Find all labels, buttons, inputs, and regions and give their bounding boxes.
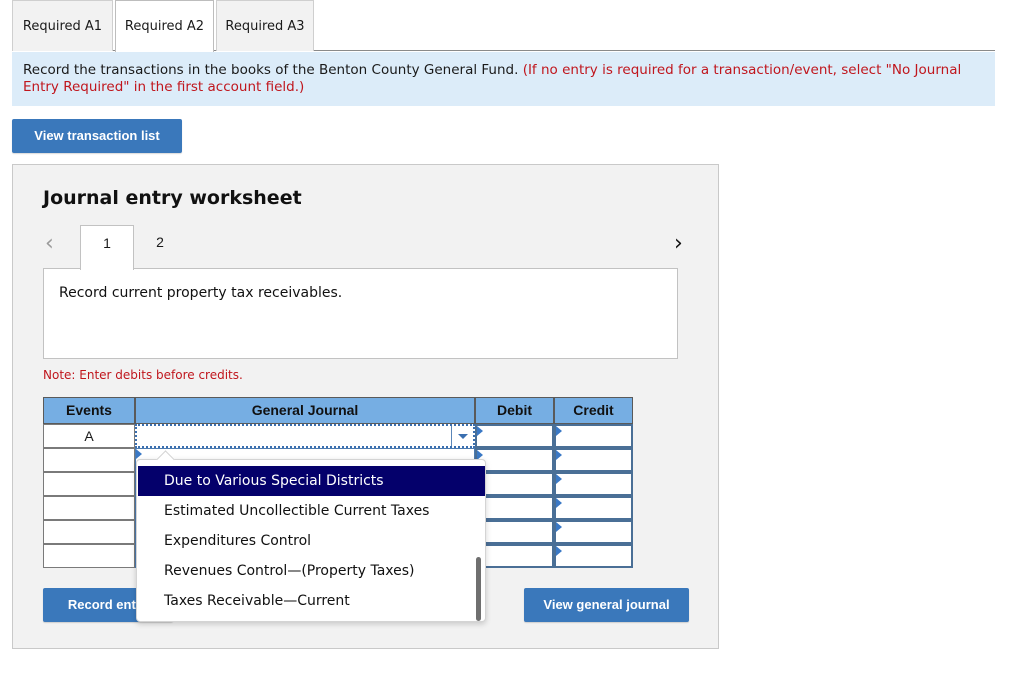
debit-input[interactable] <box>475 448 554 472</box>
credit-input[interactable] <box>554 520 633 544</box>
debit-credit-note: Note: Enter debits before credits. <box>43 368 243 382</box>
event-cell <box>43 520 135 544</box>
instruction-text: Record the transactions in the books of … <box>23 62 519 78</box>
event-cell: A <box>43 424 135 448</box>
header-general-journal: General Journal <box>135 397 475 424</box>
input-marker-icon <box>556 546 562 556</box>
header-events: Events <box>43 397 135 424</box>
transaction-description: Record current property tax receivables. <box>43 268 678 359</box>
chevron-left-icon[interactable]: ‹ <box>45 231 54 256</box>
header-credit: Credit <box>554 397 633 424</box>
credit-input[interactable] <box>554 448 633 472</box>
header-debit: Debit <box>475 397 554 424</box>
dropdown-option[interactable]: Revenues Control—(Property Taxes) <box>138 556 485 586</box>
input-marker-icon <box>556 498 562 508</box>
input-marker-icon <box>556 522 562 532</box>
credit-input[interactable] <box>554 544 633 568</box>
input-marker-icon <box>477 426 483 436</box>
debit-input[interactable] <box>475 424 554 448</box>
event-cell <box>43 448 135 472</box>
input-marker-icon <box>556 450 562 460</box>
debit-input[interactable] <box>475 520 554 544</box>
required-tabs: Required A1 Required A2 Required A3 <box>12 0 995 52</box>
dropdown-option[interactable]: Expenditures Control <box>138 526 485 556</box>
input-marker-icon <box>136 449 142 459</box>
credit-input[interactable] <box>554 424 633 448</box>
page-tab-1[interactable]: 1 <box>80 225 134 270</box>
view-general-journal-button[interactable]: View general journal <box>524 588 689 622</box>
view-transaction-list-button[interactable]: View transaction list <box>12 119 182 153</box>
dropdown-scrollbar[interactable] <box>476 557 481 621</box>
dropdown-option[interactable]: Taxes Receivable—Current <box>138 586 485 616</box>
worksheet-title: Journal entry worksheet <box>43 187 302 209</box>
tab-required-a1[interactable]: Required A1 <box>12 0 113 51</box>
credit-input[interactable] <box>554 472 633 496</box>
event-cell <box>43 496 135 520</box>
debit-input[interactable] <box>475 496 554 520</box>
account-select[interactable] <box>135 424 475 448</box>
instruction-banner: Record the transactions in the books of … <box>12 52 995 106</box>
account-dropdown-list: Due to Various Special Districts Estimat… <box>136 459 486 622</box>
credit-input[interactable] <box>554 496 633 520</box>
debit-input[interactable] <box>475 472 554 496</box>
debit-input[interactable] <box>475 544 554 568</box>
dropdown-option[interactable]: Estimated Uncollectible Current Taxes <box>138 496 485 526</box>
tab-required-a2[interactable]: Required A2 <box>115 0 214 52</box>
input-marker-icon <box>556 426 562 436</box>
chevron-right-icon[interactable]: › <box>674 231 683 256</box>
chevron-down-icon[interactable] <box>451 426 473 446</box>
event-cell <box>43 472 135 496</box>
dropdown-option[interactable]: Due to Various Special Districts <box>138 466 485 496</box>
tab-required-a3[interactable]: Required A3 <box>216 0 314 51</box>
page-tab-2[interactable]: 2 <box>135 225 185 269</box>
input-marker-icon <box>556 474 562 484</box>
event-cell <box>43 544 135 568</box>
